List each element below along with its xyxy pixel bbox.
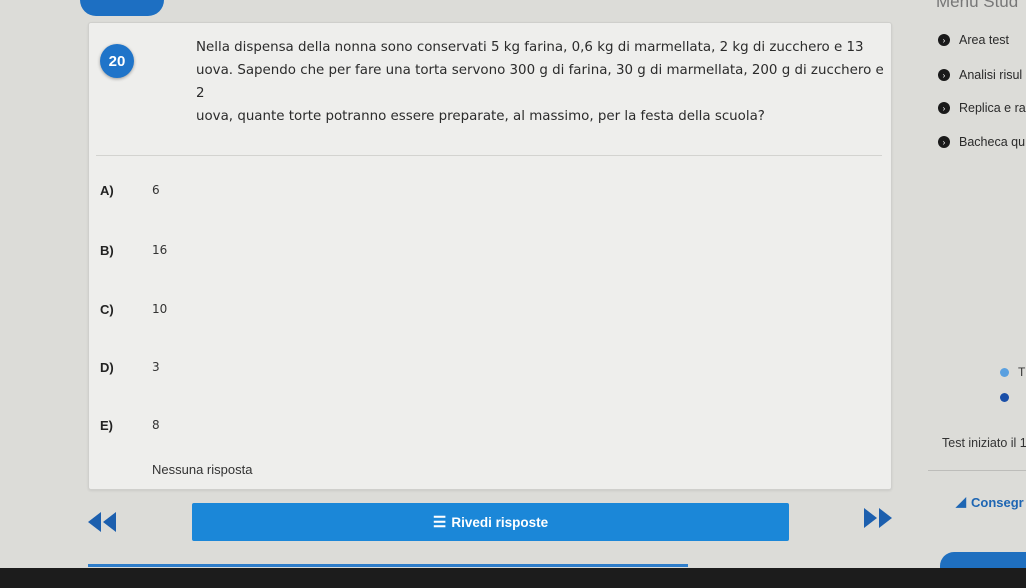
submit-button[interactable]: ◢ Consegr <box>956 494 1024 510</box>
chevron-right-circle-icon: › <box>938 69 950 81</box>
sidebar-item-bacheca[interactable]: › Bacheca qu <box>938 132 1025 152</box>
no-answer-option[interactable]: Nessuna risposta <box>152 462 252 477</box>
option-a[interactable]: A) 6 <box>100 179 160 201</box>
option-e[interactable]: E) 8 <box>100 414 160 436</box>
review-answers-label: Rivedi risposte <box>451 514 549 530</box>
chevron-right-circle-icon: › <box>938 34 950 46</box>
option-value: 10 <box>152 302 168 316</box>
next-question-icon[interactable] <box>862 506 894 530</box>
option-letter: C) <box>100 301 114 317</box>
list-icon: ☰ <box>432 514 447 531</box>
chevron-right-circle-icon: › <box>938 102 950 114</box>
legend-dot-light <box>1000 368 1009 377</box>
legend-label-light: T <box>1018 365 1026 379</box>
sidebar-item-replica[interactable]: › Replica e ra <box>938 98 1026 118</box>
option-letter: D) <box>100 359 114 375</box>
option-c[interactable]: C) 10 <box>100 298 167 320</box>
option-value: 8 <box>152 418 160 432</box>
review-answers-button[interactable]: ☰ Rivedi risposte <box>192 503 789 541</box>
option-value: 6 <box>152 183 160 197</box>
question-line-1: Nella dispensa della nonna sono conserva… <box>196 40 864 55</box>
sidebar-item-label: Replica e ra <box>959 101 1026 115</box>
question-text: Nella dispensa della nonna sono conserva… <box>196 36 886 128</box>
option-letter: E) <box>100 417 113 433</box>
option-d[interactable]: D) 3 <box>100 356 160 378</box>
question-divider <box>96 155 882 156</box>
option-b[interactable]: B) 16 <box>100 239 167 261</box>
chevron-right-circle-icon: › <box>938 136 950 148</box>
sidebar-item-label: Analisi risul <box>959 68 1023 82</box>
menu-label[interactable]: Menu Stud <box>936 0 1018 12</box>
bottom-bar <box>0 568 1026 588</box>
sidebar-item-label: Bacheca qu <box>959 135 1026 149</box>
submit-label: Consegr <box>971 494 1024 510</box>
bottom-strip <box>88 564 688 567</box>
send-icon: ◢ <box>956 494 966 509</box>
test-started-text: Test iniziato il 1 <box>942 436 1026 450</box>
question-line-2: uova. Sapendo che per fare una torta ser… <box>196 63 884 101</box>
option-value: 16 <box>152 243 168 257</box>
bottom-tab[interactable] <box>940 552 1026 568</box>
question-line-3: uova, quante torte potranno essere prepa… <box>196 109 765 124</box>
option-letter: B) <box>100 242 114 258</box>
question-number-badge: 20 <box>100 44 134 78</box>
top-tab[interactable] <box>80 0 164 16</box>
sidebar-item-label: Area test <box>959 33 1010 47</box>
sidebar-item-area-test[interactable]: › Area test <box>938 30 1009 50</box>
option-letter: A) <box>100 182 114 198</box>
legend-dot-dark <box>1000 393 1009 402</box>
option-value: 3 <box>152 360 160 374</box>
previous-question-icon[interactable] <box>86 510 118 534</box>
sidebar-divider <box>928 470 1026 471</box>
sidebar-item-analisi[interactable]: › Analisi risul <box>938 65 1022 85</box>
